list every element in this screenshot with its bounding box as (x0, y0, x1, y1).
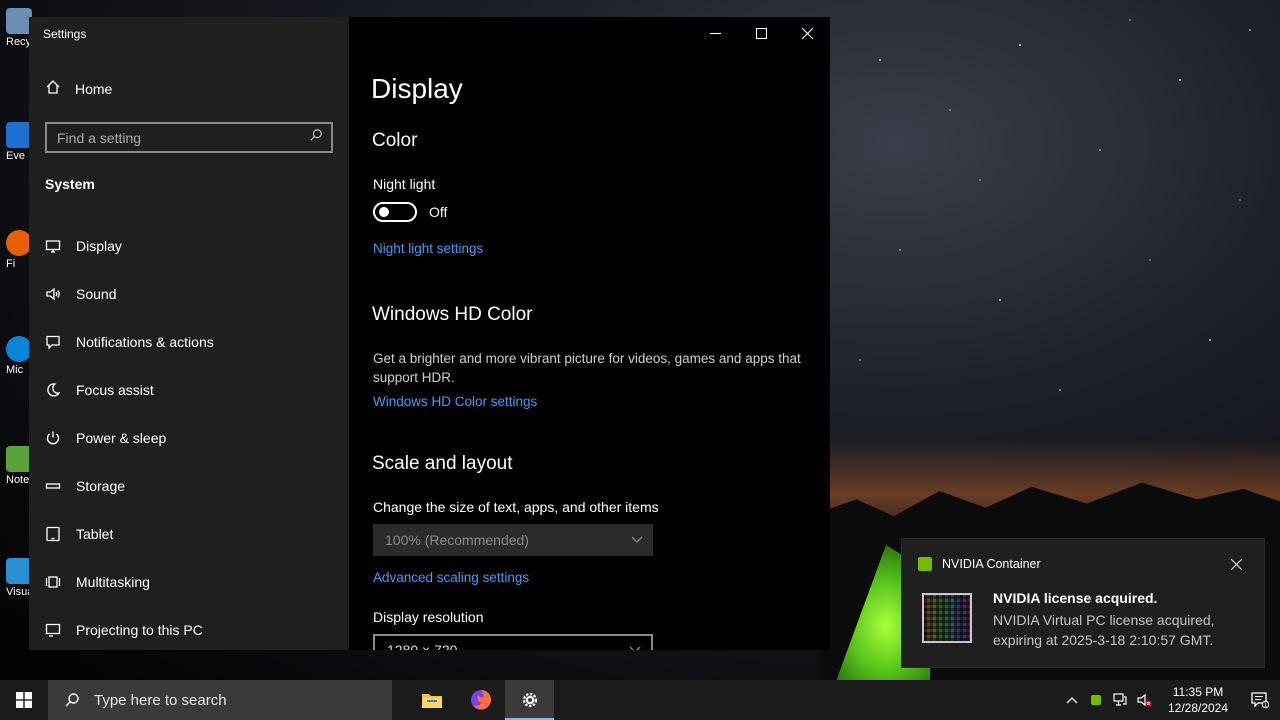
close-icon (801, 27, 813, 39)
sidebar-item-focus-assist[interactable]: Focus assist (45, 366, 345, 414)
sidebar-item-label: Notifications & actions (76, 334, 214, 350)
find-setting-box[interactable] (45, 122, 333, 153)
window-controls (692, 17, 830, 49)
firefox-icon (470, 690, 491, 710)
resolution-label: Display resolution (373, 609, 484, 625)
folder-icon (421, 694, 442, 708)
taskbar-search-input[interactable] (94, 691, 374, 709)
chevron-down-icon (631, 536, 643, 543)
action-center-button[interactable]: 1 (1240, 691, 1280, 709)
search-icon[interactable] (309, 128, 323, 147)
minimize-icon (709, 32, 721, 34)
start-button[interactable] (0, 680, 48, 720)
toggle-knob (379, 207, 389, 217)
resolution-dropdown[interactable]: 1280 × 720 (373, 634, 653, 650)
scale-label: Change the size of text, apps, and other… (373, 499, 659, 515)
toast-close-button[interactable] (1230, 557, 1243, 575)
sidebar-item-multitasking[interactable]: Multitasking (45, 558, 345, 606)
windows-logo-icon (16, 692, 32, 708)
search-icon (65, 693, 79, 707)
speaker-icon (45, 286, 61, 302)
toast-body: NVIDIA Virtual PC license acquired, expi… (993, 612, 1215, 648)
nav-list: Display Sound Notifications & actions Fo… (45, 222, 345, 650)
sidebar-item-label: Multitasking (76, 574, 150, 590)
toast-app-header: NVIDIA Container (918, 557, 1041, 571)
scale-value: 100% (Recommended) (385, 532, 529, 548)
sidebar-item-label: Focus assist (76, 382, 154, 398)
sidebar-item-label: Projecting to this PC (76, 622, 203, 638)
sidebar-item-tablet[interactable]: Tablet (45, 510, 345, 558)
scale-layout-heading: Scale and layout (372, 453, 513, 474)
nav-home-label: Home (75, 80, 113, 97)
power-icon (45, 430, 61, 446)
system-tray: 11:35 PM 12/28/2024 1 (1060, 680, 1280, 720)
chevron-up-icon[interactable] (1060, 696, 1084, 704)
nvidia-tray-icon[interactable] (1084, 695, 1108, 705)
hdr-heading: Windows HD Color (372, 304, 533, 325)
night-light-state: Off (429, 204, 448, 220)
nvidia-icon (918, 557, 932, 571)
moon-icon (45, 382, 61, 398)
system-heading: System (45, 176, 95, 192)
gear-icon (522, 692, 537, 708)
settings-window: Settings Home System Display Sound (29, 17, 830, 650)
sidebar-item-sound[interactable]: Sound (45, 270, 345, 318)
minimize-button[interactable] (692, 17, 738, 49)
color-heading: Color (372, 130, 418, 151)
volume-muted-icon[interactable] (1132, 692, 1156, 708)
taskbar-settings[interactable] (505, 680, 554, 720)
notification-toast[interactable]: NVIDIA Container NVIDIA license acquired… (901, 538, 1265, 668)
home-icon (45, 79, 61, 98)
close-button[interactable] (784, 17, 830, 49)
sidebar-item-notifications[interactable]: Notifications & actions (45, 318, 345, 366)
projector-icon (45, 622, 61, 638)
maximize-icon (755, 27, 767, 39)
find-setting-input[interactable] (57, 129, 297, 146)
tablet-icon (45, 526, 61, 542)
settings-sidebar: Settings Home System Display Sound (29, 17, 349, 650)
sidebar-item-label: Display (76, 238, 122, 254)
hdr-description: Get a brighter and more vibrant picture … (373, 351, 801, 385)
sidebar-item-label: Tablet (76, 526, 114, 542)
clock-time: 11:35 PM (1172, 685, 1224, 699)
scale-dropdown[interactable]: 100% (Recommended) (373, 524, 653, 556)
taskbar-search[interactable] (48, 680, 392, 720)
night-light-settings-link[interactable]: Night light settings (373, 241, 483, 256)
night-light-toggle[interactable] (373, 202, 417, 222)
maximize-button[interactable] (738, 17, 784, 49)
nav-home[interactable]: Home (45, 79, 112, 98)
sidebar-item-power-sleep[interactable]: Power & sleep (45, 414, 345, 462)
sidebar-item-label: Sound (76, 286, 117, 302)
hd-color-settings-link[interactable]: Windows HD Color settings (373, 394, 537, 409)
storage-icon (45, 478, 61, 494)
taskbar: 11:35 PM 12/28/2024 1 (0, 680, 1280, 720)
notification-icon (45, 334, 61, 350)
sidebar-item-display[interactable]: Display (45, 222, 345, 270)
night-light-toggle-row: Off (373, 202, 447, 222)
resolution-value: 1280 × 720 (387, 642, 458, 650)
clock-date: 12/28/2024 (1167, 701, 1229, 715)
taskbar-firefox[interactable] (456, 680, 505, 720)
sidebar-item-storage[interactable]: Storage (45, 462, 345, 510)
action-center-icon: 1 (1251, 692, 1269, 708)
close-icon (1230, 558, 1243, 571)
sidebar-item-projecting[interactable]: Projecting to this PC (45, 606, 345, 650)
taskbar-file-explorer[interactable] (407, 680, 456, 720)
monitor-icon (45, 238, 61, 254)
toast-app-name: NVIDIA Container (942, 557, 1041, 571)
settings-content: Display Color Night light Off Night ligh… (349, 17, 830, 650)
nvidia-chip-image (922, 593, 972, 643)
multitasking-icon (45, 574, 61, 590)
sidebar-item-label: Power & sleep (76, 430, 167, 446)
page-title: Display (371, 73, 463, 104)
app-title: Settings (43, 27, 87, 41)
network-icon[interactable] (1108, 692, 1132, 708)
taskbar-clock[interactable]: 11:35 PM 12/28/2024 (1156, 684, 1240, 716)
sidebar-item-label: Storage (76, 478, 126, 494)
chevron-down-icon (629, 646, 641, 650)
svg-text:1: 1 (1264, 702, 1268, 708)
night-light-label: Night light (373, 176, 436, 192)
toast-title: NVIDIA license acquired. (993, 590, 1158, 606)
advanced-scaling-link[interactable]: Advanced scaling settings (373, 570, 529, 585)
